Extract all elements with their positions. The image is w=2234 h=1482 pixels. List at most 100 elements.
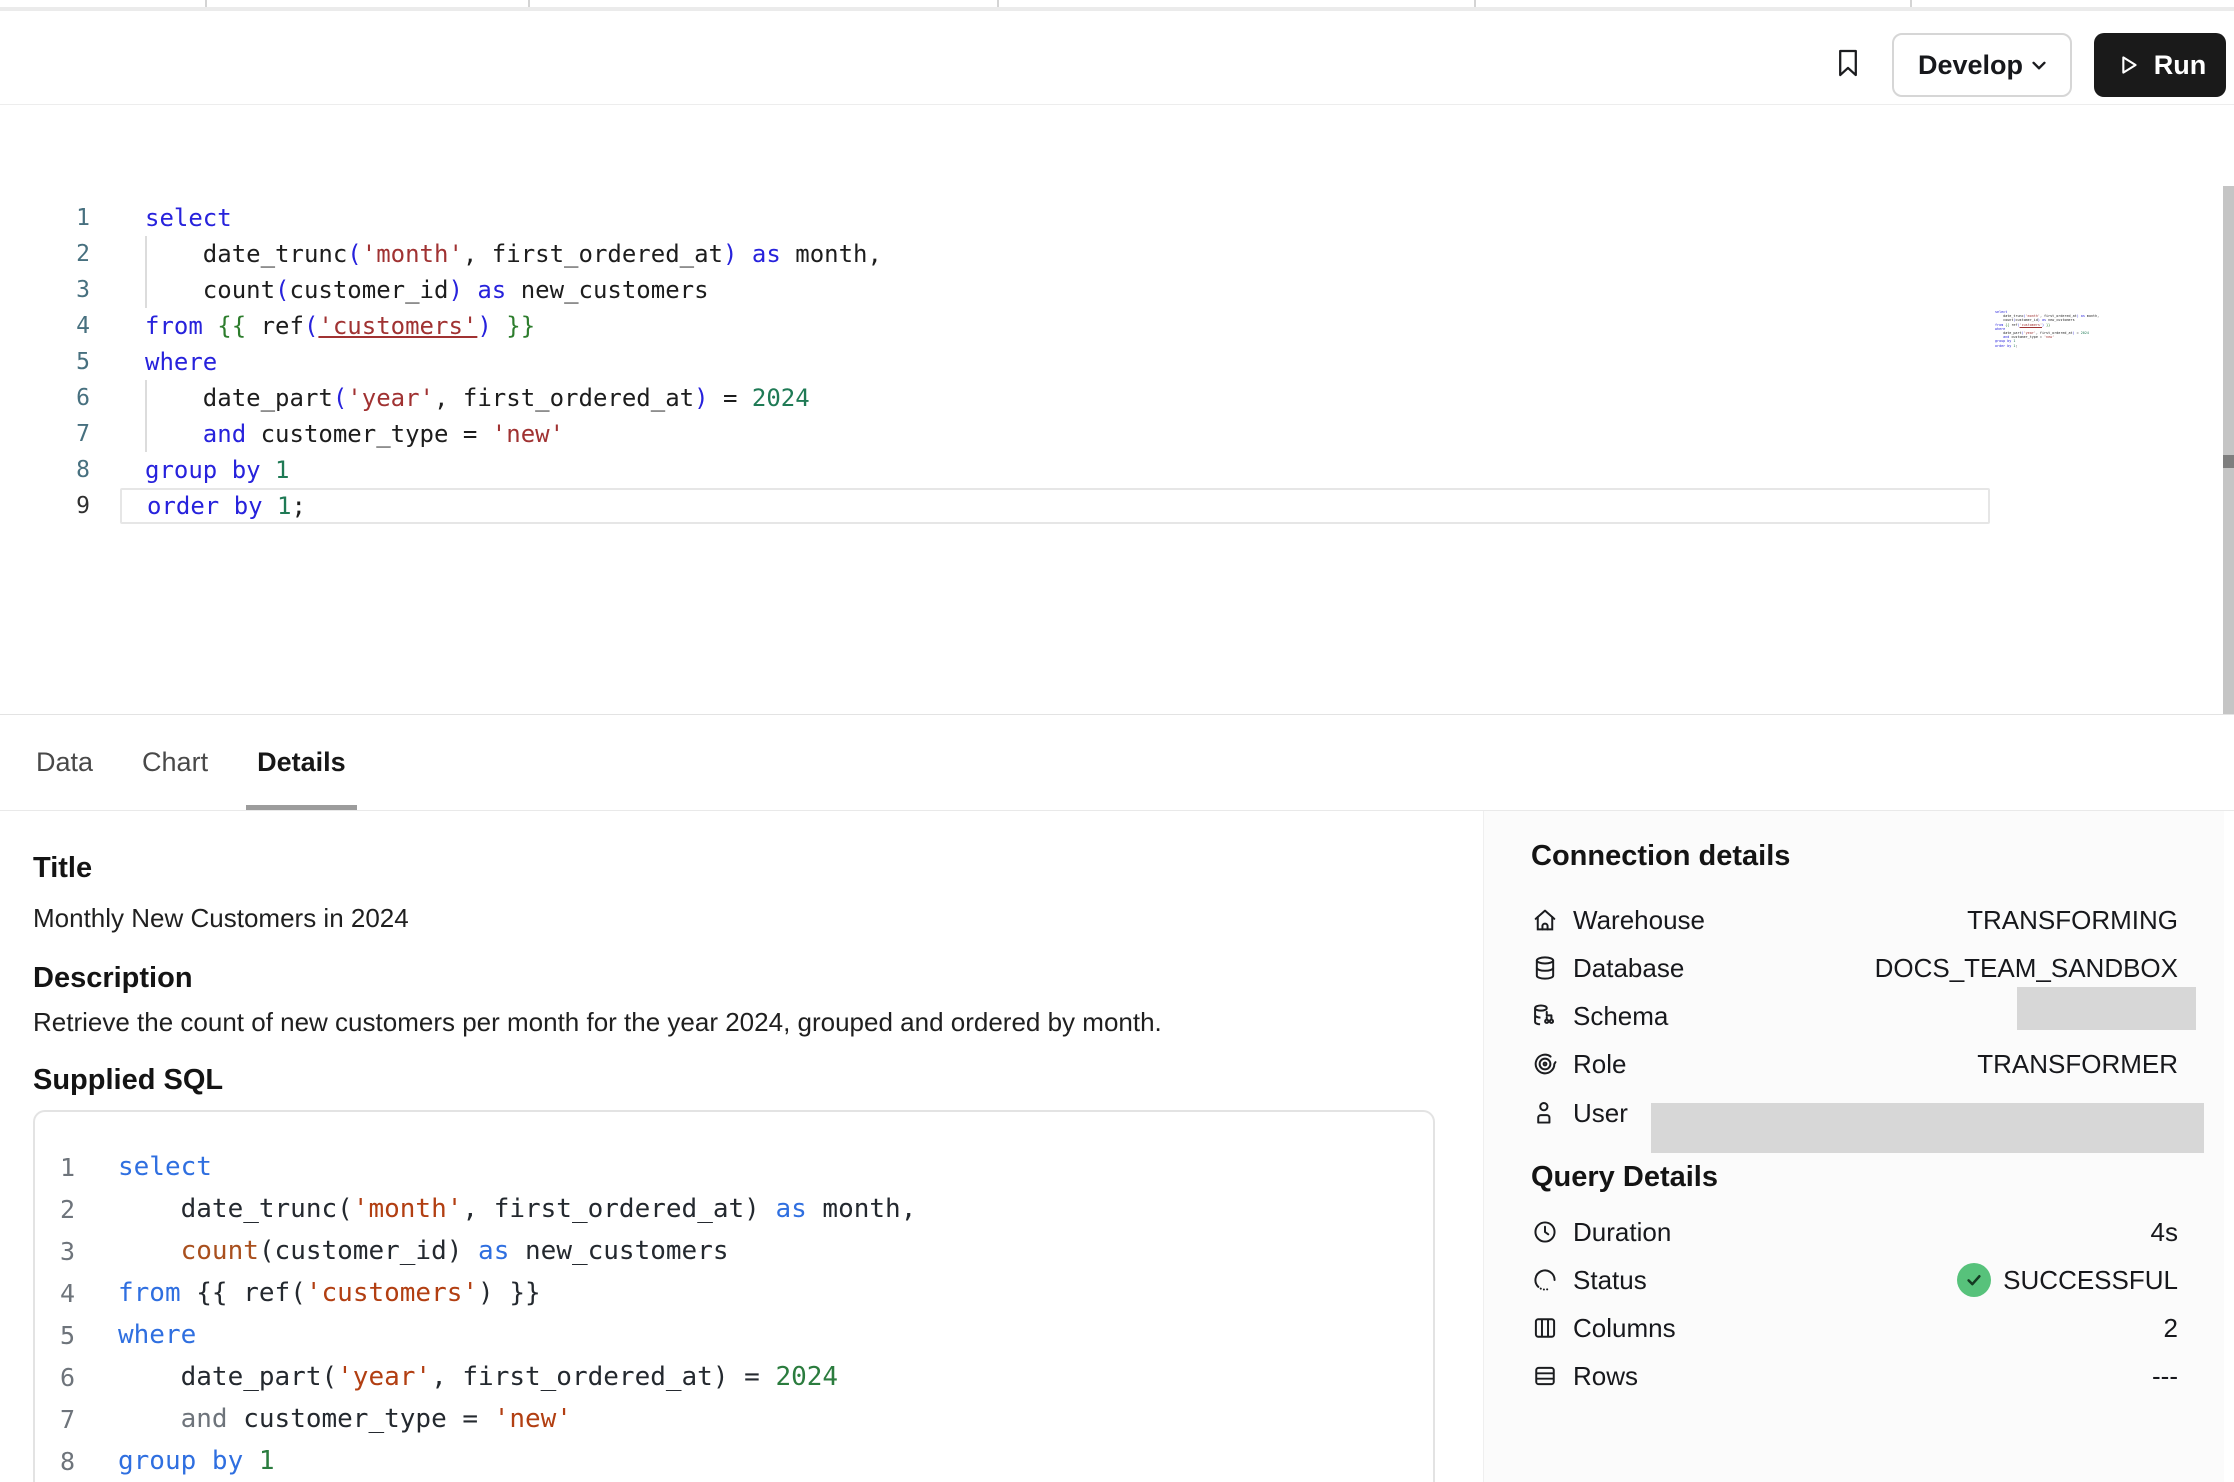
tab-details[interactable]: Details [257,715,346,810]
status-row: Status SUCCESSFUL [1531,1256,2178,1304]
code-token: ref [246,312,304,340]
columns-row: Columns 2 [1531,1304,2178,1352]
editor-code: 1select2 date_trunc('month', first_order… [0,200,1990,524]
duration-row: Duration 4s [1531,1208,2178,1256]
code-token: , first_ordered_at) [462,1194,775,1224]
code-token: date_part( [118,1362,337,1392]
rows-row: Rows --- [1531,1352,2178,1400]
code-token: ; [2015,344,2017,348]
code-token: ) [477,312,491,340]
code-line: 6 date_part('year', first_ordered_at) = … [35,1356,1433,1398]
code-line[interactable]: 7 and customer_type = 'new' [0,416,1990,452]
line-number: 3 [35,1237,85,1266]
code-token: month, [807,1194,917,1224]
code-token: }} [2046,323,2050,327]
line-number: 4 [35,1279,85,1308]
code-token: ( [347,240,361,268]
editor-scrollbar-marker [2223,455,2234,468]
code-token: ) [723,240,737,268]
status-icon [1531,1266,1559,1294]
connection-details-heading: Connection details [1531,840,1790,873]
sql-editor[interactable]: 1select2 date_trunc('month', first_order… [0,106,2234,714]
code-token: ; [292,492,306,520]
editor-scrollbar[interactable] [2223,186,2234,755]
develop-label: Develop [1918,50,2023,81]
chevron-down-icon [2026,52,2052,78]
code-token: order by [147,492,263,520]
code-token: 'customers' [306,1278,478,1308]
code-token: count [145,276,275,304]
code-text: group by 1 [85,1440,275,1482]
code-line[interactable]: 1select [0,200,1990,236]
code-token: count [118,1236,259,1266]
bookmark-button[interactable] [1828,37,1868,89]
code-token: as [775,1194,806,1224]
description-heading: Description [33,962,193,995]
code-line: 2 date_trunc('month', first_ordered_at) … [35,1188,1433,1230]
status-label: Status [1573,1265,1647,1296]
database-label: Database [1573,953,1684,984]
code-token: select [118,1152,212,1182]
duration-value: 4s [2151,1217,2178,1248]
code-line[interactable]: 9order by 1; [0,488,1990,524]
code-token: ( [275,276,289,304]
code-token: from [118,1278,181,1308]
code-token: ) }} [478,1278,541,1308]
code-line[interactable]: 3 count(customer_id) as new_customers [0,272,1990,308]
code-text: from {{ ref('customers') }} [120,308,1990,344]
code-token: date_part [145,384,333,412]
develop-dropdown[interactable]: Develop [1892,33,2072,97]
code-token: date_trunc [145,240,347,268]
code-line[interactable]: 4from {{ ref('customers') }} [0,308,1990,344]
code-line[interactable]: 5where [0,344,1990,380]
code-token: from [145,312,203,340]
run-button[interactable]: Run [2094,33,2226,97]
code-token: , first_ordered_at) = [431,1362,775,1392]
code-token: month, [2085,314,2099,318]
columns-label: Columns [1573,1313,1676,1344]
supplied-sql-heading: Supplied SQL [33,1064,223,1097]
warehouse-value: TRANSFORMING [1967,905,2178,936]
code-text: date_trunc('month', first_ordered_at) as… [85,1188,916,1230]
code-line: 5where [35,1314,1433,1356]
code-line[interactable]: 6 date_part('year', first_ordered_at) = … [0,380,1990,416]
line-number: 2 [0,241,120,267]
top-tab-strip [0,0,2234,11]
code-token: 2024 [752,384,810,412]
tab-chart[interactable]: Chart [142,715,208,810]
code-token: customer_type = [246,420,492,448]
description-value: Retrieve the count of new customers per … [33,1007,1162,1038]
code-token [263,492,277,520]
editor-minimap[interactable]: 1select2 date_trunc('month', first_order… [1995,310,2107,348]
code-line: 4from {{ ref('customers') }} [35,1272,1433,1314]
code-token: ref [2009,323,2017,327]
line-number: 6 [0,385,120,411]
code-token: 'year' [337,1362,431,1392]
line-number: 9 [0,493,120,519]
code-token: select [145,204,232,232]
code-line: 9order by 1; [1995,344,2107,348]
code-token: 'month' [353,1194,463,1224]
code-token: as [737,240,780,268]
results-tab-bar: Data Chart Details [0,714,2234,811]
code-line[interactable]: 2 date_trunc('month', first_ordered_at) … [0,236,1990,272]
code-text: order by 1; [120,488,1990,524]
header-bar: Develop Run [0,11,2234,105]
code-text: from {{ ref('customers') }} [85,1272,541,1314]
rows-icon [1531,1362,1559,1390]
tab-data[interactable]: Data [36,715,93,810]
code-token: customer_id [290,276,449,304]
supplied-sql-code-block: 1select2 date_trunc('month', first_order… [33,1110,1435,1482]
line-number: 5 [35,1321,85,1350]
code-token: as [463,276,506,304]
code-token: group by [145,456,261,484]
code-line: 7 and customer_type = 'new' [35,1398,1433,1440]
duration-icon [1531,1218,1559,1246]
line-number: 5 [0,349,120,375]
code-text: where [85,1314,196,1356]
line-number: 4 [0,313,120,339]
code-line[interactable]: 8group by 1 [0,452,1990,488]
code-token: new_customers [509,1236,728,1266]
warehouse-icon [1531,906,1559,934]
code-token: 1 [277,492,291,520]
